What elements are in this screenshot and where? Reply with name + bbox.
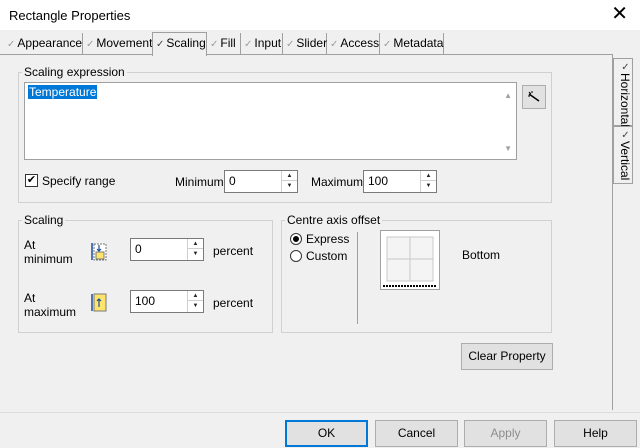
at-minimum-spinbox[interactable]: 0 ▲ ▼ [130, 238, 204, 261]
tab-strip: ✓ Appearance ✓ Movement ✓ Scaling ✓ Fill ✓ In… [0, 32, 444, 56]
group-divider [357, 232, 358, 324]
apply-button[interactable]: Apply [464, 420, 547, 447]
tab-scaling[interactable]: ✓ Scaling [152, 32, 207, 56]
scroll-up-icon[interactable]: ▲ [504, 91, 512, 100]
tab-movement[interactable]: ✓ Movement [83, 33, 153, 54]
check-icon: ✓ [86, 39, 95, 50]
clear-property-button[interactable]: Clear Property [461, 343, 553, 370]
tab-appearance[interactable]: ✓ Appearance [4, 33, 83, 54]
at-minimum-unit: percent [213, 244, 254, 258]
anchor-label: Bottom [462, 248, 501, 262]
scaling-expression-input[interactable]: Temperature ▲ ▼ [24, 82, 517, 160]
anchor-grid-icon [383, 236, 437, 287]
minimum-value: 0 [229, 174, 236, 188]
at-maximum-spinbox[interactable]: 100 ▲ ▼ [130, 290, 204, 313]
check-icon: ✓ [210, 39, 219, 50]
cancel-button[interactable]: Cancel [375, 420, 458, 447]
at-minimum-label: At minimum [24, 238, 73, 266]
spin-down-icon[interactable]: ▼ [188, 249, 203, 259]
specify-range-checkbox[interactable]: ✔ [25, 174, 38, 187]
scaling-legend: Scaling [24, 213, 64, 227]
tab-metadata[interactable]: ✓ Metadata [380, 33, 444, 54]
scale-minimum-icon [91, 243, 107, 261]
scale-maximum-icon [91, 293, 107, 312]
spin-up-icon[interactable]: ▲ [188, 291, 203, 301]
specify-range-label: Specify range [42, 174, 116, 188]
check-icon: ✓ [620, 62, 631, 73]
centre-axis-legend: Centre axis offset [287, 213, 381, 227]
ok-button[interactable]: OK [285, 420, 368, 447]
tab-input[interactable]: ✓ Input [241, 33, 283, 54]
at-maximum-value: 100 [135, 294, 156, 308]
spin-up-icon[interactable]: ▲ [188, 239, 203, 249]
close-icon[interactable]: ✕ [611, 4, 628, 24]
maximum-spinbox[interactable]: 100 ▲ ▼ [363, 170, 437, 193]
at-maximum-label: At maximum [24, 291, 77, 319]
at-minimum-value: 0 [135, 242, 142, 256]
check-icon: ✓ [330, 39, 339, 50]
check-icon: ✓ [286, 39, 295, 50]
express-label: Express [306, 232, 350, 246]
check-icon: ✓ [156, 39, 165, 50]
scroll-down-icon[interactable]: ▼ [504, 144, 512, 153]
spin-down-icon[interactable]: ▼ [282, 181, 297, 191]
help-button[interactable]: Help [554, 420, 637, 447]
wand-icon [528, 91, 540, 102]
title-bar: Rectangle Properties ✕ [0, 0, 640, 31]
check-icon: ✓ [244, 39, 253, 50]
at-maximum-unit: percent [213, 296, 254, 310]
check-icon: ✓ [7, 39, 16, 50]
maximum-value: 100 [368, 174, 389, 188]
custom-radio[interactable] [290, 250, 302, 262]
tab-slider[interactable]: ✓ Slider [283, 33, 327, 54]
expression-wizard-button[interactable] [522, 85, 546, 109]
anchor-selector[interactable] [380, 230, 440, 290]
side-tab-horizontal[interactable]: ✓Horizontal [613, 58, 633, 127]
maximum-label: Maximum [311, 175, 364, 189]
custom-label: Custom [306, 249, 348, 263]
tab-divider [0, 54, 612, 55]
expression-text: Temperature [28, 85, 98, 99]
check-icon: ✓ [383, 39, 392, 50]
spin-up-icon[interactable]: ▲ [282, 171, 297, 181]
side-tab-vertical[interactable]: ✓Vertical [613, 126, 633, 184]
spin-down-icon[interactable]: ▼ [421, 181, 436, 191]
tab-access[interactable]: ✓ Access [327, 33, 380, 54]
express-radio[interactable] [290, 233, 302, 245]
check-icon: ✓ [620, 130, 631, 141]
minimum-label: Minimum [175, 175, 224, 189]
minimum-spinbox[interactable]: 0 ▲ ▼ [224, 170, 298, 193]
footer-divider [0, 412, 640, 413]
spin-up-icon[interactable]: ▲ [421, 171, 436, 181]
scaling-expression-legend: Scaling expression [24, 65, 125, 79]
tab-fill[interactable]: ✓ Fill [207, 33, 241, 54]
window-title: Rectangle Properties [9, 8, 131, 23]
spin-down-icon[interactable]: ▼ [188, 301, 203, 311]
